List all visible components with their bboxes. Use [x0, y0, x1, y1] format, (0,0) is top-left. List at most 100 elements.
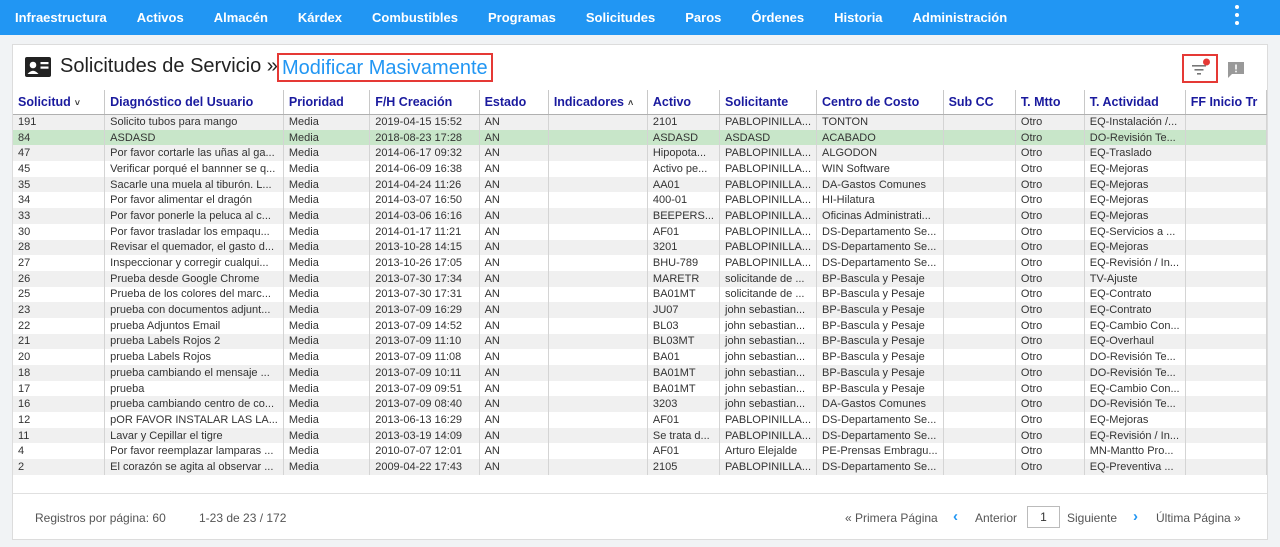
- table-row[interactable]: 84 ASDASD Media 2018-08-23 17:28 AN ASDASD ASD…: [13, 129, 1267, 146]
- nav-item[interactable]: Historia: [819, 0, 897, 35]
- table-row[interactable]: 21 prueba Labels Rojos 2 Media 2013-07-09 1…: [13, 333, 1267, 350]
- table-row[interactable]: 28 Revisar el quemador, el gasto d... Medi…: [13, 239, 1267, 256]
- sort-desc-icon[interactable]: ˅: [75, 98, 80, 108]
- table-row[interactable]: 2 El corazón se agita al observar ... Medi…: [13, 459, 1267, 475]
- table-cell: AA01: [647, 176, 721, 193]
- next-page-link[interactable]: Siguiente: [1067, 511, 1117, 525]
- table-row[interactable]: 47 Por favor cortarle las uñas al ga... Me…: [13, 145, 1267, 162]
- bulk-edit-link[interactable]: Modificar Masivamente: [277, 53, 493, 82]
- column-header[interactable]: FF Inicio Tr: [1185, 90, 1267, 115]
- table-cell: Media: [283, 208, 371, 224]
- table-cell: Se trata d...: [647, 427, 721, 444]
- table-cell: [548, 286, 648, 303]
- table-cell: PABLOPINILLA...: [719, 114, 818, 130]
- nav-item[interactable]: Activos: [122, 0, 199, 35]
- table-cell: AN: [479, 129, 549, 146]
- table-row[interactable]: 191 Solicito tubos para mango Media 2019-04…: [13, 114, 1267, 130]
- table-row[interactable]: 22 prueba Adjuntos Email Media 2013-07-09 1…: [13, 317, 1267, 334]
- column-header[interactable]: F/H Creación: [369, 90, 480, 115]
- table-cell: DA-Gastos Comunes: [816, 176, 944, 193]
- table-cell: AN: [479, 459, 549, 475]
- table-cell: 23: [13, 302, 106, 318]
- table-row[interactable]: 11 Lavar y Cepillar el tigre Media 2013-03-…: [13, 427, 1267, 444]
- column-header[interactable]: Diagnóstico del Usuario: [104, 90, 284, 115]
- table-row[interactable]: 33 Por favor ponerle la peluca al c... Med…: [13, 208, 1267, 224]
- table-row[interactable]: 30 Por favor trasladar los empaqu... Media…: [13, 223, 1267, 240]
- table-cell: Otro: [1015, 192, 1085, 209]
- page-number-input[interactable]: [1027, 506, 1060, 528]
- column-header[interactable]: T. Mtto: [1015, 90, 1085, 115]
- table-cell: [1185, 412, 1267, 428]
- column-header[interactable]: T. Actividad: [1084, 90, 1186, 115]
- column-header[interactable]: Estado: [479, 90, 549, 115]
- table-row[interactable]: 12 pOR FAVOR INSTALAR LAS LA... Media 2013-…: [13, 412, 1267, 428]
- table-cell: BA01MT: [647, 365, 721, 381]
- column-header[interactable]: Activo: [647, 90, 721, 115]
- table-cell: WIN Software: [816, 161, 944, 177]
- table-cell: AF01: [647, 443, 721, 460]
- column-header[interactable]: Solicitante: [719, 90, 818, 115]
- id-card-icon: [25, 57, 51, 77]
- column-header[interactable]: Centro de Costo: [816, 90, 944, 115]
- column-header-label: F/H Creación: [375, 94, 453, 109]
- sort-asc-icon[interactable]: ˄: [628, 98, 633, 108]
- records-per-page[interactable]: Registros por página: 60: [35, 511, 166, 525]
- table-cell: JU07: [647, 302, 721, 318]
- filter-button[interactable]: [1182, 54, 1218, 83]
- table-row[interactable]: 17 prueba Media 2013-07-09 09:51 AN BA01MT joh…: [13, 380, 1267, 397]
- table-row[interactable]: 27 Inspeccionar y corregir cualqui... Medi…: [13, 255, 1267, 271]
- table-row[interactable]: 35 Sacarle una muela al tiburón. L... Medi…: [13, 176, 1267, 193]
- feedback-icon[interactable]: [1226, 60, 1246, 80]
- table-cell: [548, 427, 648, 444]
- column-header-label: T. Actividad: [1089, 94, 1159, 109]
- records-range: 1-23 de 23 / 172: [199, 511, 287, 525]
- table-row[interactable]: 18 prueba cambiando el mensaje ... Media 20…: [13, 365, 1267, 381]
- table-cell: [1185, 396, 1267, 413]
- nav-item[interactable]: Solicitudes: [571, 0, 670, 35]
- table-cell: Media: [283, 443, 371, 460]
- table-cell: john sebastian...: [719, 302, 818, 318]
- table-cell: PABLOPINILLA...: [719, 427, 818, 444]
- table-cell: [1185, 349, 1267, 365]
- more-menu-icon[interactable]: [1232, 5, 1242, 25]
- table-cell: MN-Mantto Pro...: [1084, 443, 1186, 460]
- table-cell: 12: [13, 412, 106, 428]
- table-row[interactable]: 20 prueba Labels Rojos Media 2013-07-09 11:…: [13, 349, 1267, 365]
- table-row[interactable]: 25 Prueba de los colores del marc... Media…: [13, 286, 1267, 303]
- table-row[interactable]: 45 Verificar porqué el bannner se q... Med…: [13, 161, 1267, 177]
- table-cell: 2019-04-15 15:52: [369, 114, 480, 130]
- column-header[interactable]: Solicitud ˅: [13, 90, 106, 115]
- table-row[interactable]: 16 prueba cambiando centro de co... Media 2…: [13, 396, 1267, 413]
- table-cell: Media: [283, 176, 371, 193]
- table-row[interactable]: 4 Por favor reemplazar lamparas ... Media 2…: [13, 443, 1267, 460]
- first-page-link[interactable]: « Primera Página: [845, 511, 938, 525]
- table-cell: Otro: [1015, 270, 1085, 287]
- table-cell: Revisar el quemador, el gasto d...: [104, 239, 284, 256]
- table-cell: [943, 286, 1016, 303]
- nav-item[interactable]: Almacén: [199, 0, 283, 35]
- nav-item[interactable]: Paros: [670, 0, 736, 35]
- table-cell: AN: [479, 270, 549, 287]
- table-row[interactable]: 23 prueba con documentos adjunt... Media 20…: [13, 302, 1267, 318]
- chevron-left-icon[interactable]: ‹: [953, 508, 958, 525]
- table-row[interactable]: 26 Prueba desde Google Chrome Media 2013-07…: [13, 270, 1267, 287]
- nav-item[interactable]: Órdenes: [736, 0, 819, 35]
- last-page-link[interactable]: Última Página »: [1156, 511, 1241, 525]
- column-header[interactable]: Indicadores ˄: [548, 90, 648, 115]
- nav-item[interactable]: Combustibles: [357, 0, 473, 35]
- table-cell: Por favor ponerle la peluca al c...: [104, 208, 284, 224]
- requests-grid: Solicitud ˅ Diagnóstico del Usuario Priorid…: [13, 90, 1267, 493]
- table-cell: [1185, 459, 1267, 475]
- table-cell: [1185, 114, 1267, 130]
- table-cell: 2010-07-07 12:01: [369, 443, 480, 460]
- nav-item[interactable]: Programas: [473, 0, 571, 35]
- column-header-label: Diagnóstico del Usuario: [110, 94, 254, 109]
- nav-item[interactable]: Infraestructura: [0, 0, 122, 35]
- table-row[interactable]: 34 Por favor alimentar el dragón Media 2014…: [13, 192, 1267, 209]
- prev-page-link[interactable]: Anterior: [975, 511, 1017, 525]
- chevron-right-icon[interactable]: ›: [1133, 508, 1138, 525]
- nav-item[interactable]: Administración: [898, 0, 1023, 35]
- nav-item[interactable]: Kárdex: [283, 0, 357, 35]
- column-header[interactable]: Prioridad: [283, 90, 371, 115]
- column-header[interactable]: Sub CC: [943, 90, 1016, 115]
